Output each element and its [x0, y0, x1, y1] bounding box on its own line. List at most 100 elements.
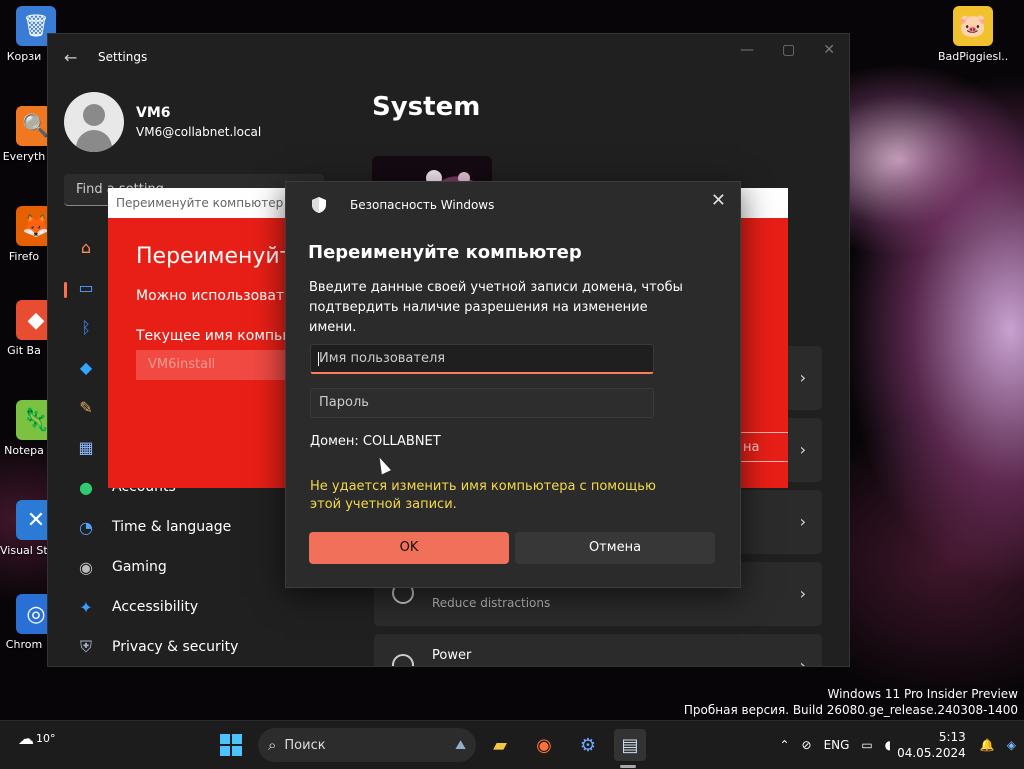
settings-titlebar: ← Settings	[48, 34, 849, 80]
personalization-icon: ✎	[79, 397, 93, 417]
network-icon: ◆	[79, 357, 93, 377]
dialog-description: Введите данные своей учетной записи доме…	[309, 280, 683, 335]
bluetooth-icon: ᛒ	[81, 317, 91, 337]
home-icon: ⌂	[80, 237, 92, 257]
language-indicator[interactable]: ENG	[824, 738, 850, 752]
ok-button[interactable]: OK	[309, 532, 509, 564]
search-icon: ⌕	[268, 736, 277, 754]
desktop-icon-badpiggies[interactable]: 🐷 BadPiggiesl...	[938, 6, 1008, 63]
sidebar-item-label: Privacy & security	[112, 639, 239, 655]
badpiggies-icon: 🐷	[953, 6, 993, 46]
weather-widget[interactable]: ☁ 10°	[18, 729, 56, 748]
desktop-icon[interactable]: 🦎 Notepa	[0, 400, 56, 457]
desktop-icon-label: Chrom	[5, 638, 43, 651]
apps-icon: ▦	[78, 437, 94, 457]
firefox-icon[interactable]: ◉	[528, 729, 560, 761]
desktop-icon[interactable]: ◎ Chrom	[0, 594, 56, 651]
chevron-right-icon: ›	[799, 440, 806, 459]
accounts-icon: ●	[79, 477, 93, 497]
desktop-icon[interactable]: ✕Visual St Cod	[0, 500, 56, 557]
desktop-icon-label: Visual St Cod	[0, 544, 48, 557]
back-arrow-icon[interactable]: ←	[64, 48, 84, 67]
chevron-right-icon: ›	[799, 584, 806, 603]
dialog-title: Безопасность Windows	[350, 198, 495, 212]
close-icon[interactable]: ✕	[711, 190, 726, 211]
desktop-icon[interactable]: ◆ Git Ba	[0, 300, 56, 357]
rename-window-title: Переименуйте компьютер	[116, 196, 284, 210]
rename-app-icon[interactable]: ▤	[614, 729, 646, 761]
sidebar-item-label: Time & language	[112, 519, 232, 535]
clock-time: 5:13	[938, 730, 966, 744]
desktop-icon[interactable]: 🦊 Firefo	[0, 206, 56, 263]
new-name-input[interactable]: VM6install	[136, 350, 296, 380]
shield-icon	[312, 197, 326, 213]
desktop-icon[interactable]: 🗑 Корзи	[0, 6, 56, 63]
sidebar-item[interactable]: ⛨ Privacy & security	[62, 629, 332, 665]
copilot-icon[interactable]: ◈	[1007, 738, 1016, 752]
window-title: Settings	[98, 50, 148, 64]
shield-icon: ⛨	[79, 637, 92, 656]
desktop-icon-label: Everyth	[2, 150, 46, 163]
weather-icon: ☁	[18, 729, 34, 748]
desktop-icon-label: Git Ba	[7, 344, 41, 357]
accessibility-icon: ✦	[79, 597, 93, 617]
settings-gear-icon[interactable]: ⚙	[572, 729, 604, 761]
windows-security-dialog: Безопасность Windows ✕ Переименуйте комп…	[285, 181, 741, 588]
desktop-icon-label: Notepa	[4, 444, 44, 457]
card-icon	[392, 654, 414, 666]
time-language-icon: ◔	[79, 517, 93, 537]
clock[interactable]: 5:13 04.05.2024	[897, 729, 966, 761]
user-name: VM6	[136, 105, 171, 121]
chevron-right-icon: ›	[799, 368, 806, 387]
card-title: Power	[432, 648, 472, 663]
close-icon[interactable]: ✕	[823, 42, 835, 58]
window-controls: — ▢ ✕	[740, 42, 835, 58]
system-icon: ▭	[78, 277, 94, 297]
network-off-icon[interactable]: ⊘	[802, 738, 812, 752]
rename-text: Можно использовать	[136, 288, 293, 304]
desktop-icon-label: Firefo	[8, 250, 40, 263]
windows-logo-icon	[220, 734, 242, 756]
file-explorer-icon[interactable]: ▰	[484, 729, 516, 761]
desktop-icon-label: Корзи	[6, 50, 42, 63]
desktop-icon[interactable]: 🔍 Everyth	[0, 106, 56, 163]
chevron-right-icon: ›	[799, 512, 806, 531]
taskbar: ☁ 10° ⌕ Поиск ⛰ ▰ ◉ ⚙ ▤ ⌃ ⊘ ENG ▭ ◖ 5:13…	[0, 720, 1024, 769]
user-email: VM6@collabnet.local	[136, 125, 262, 139]
taskbar-search[interactable]: ⌕ Поиск ⛰	[258, 728, 476, 762]
sidebar-item-label: Accessibility	[112, 599, 199, 615]
maximize-icon[interactable]: ▢	[782, 42, 795, 58]
search-placeholder: Поиск	[284, 737, 326, 753]
watermark-line1: Windows 11 Pro Insider Preview	[827, 687, 1018, 701]
sidebar-item[interactable]: ✦ Accessibility	[62, 589, 332, 625]
sidebar-item-label: Gaming	[112, 559, 167, 575]
chevron-right-icon: ›	[799, 656, 806, 667]
error-message: Не удается изменить имя компьютера с пом…	[310, 479, 656, 512]
watermark-line2: Пробная версия. Build 26080.ge_release.2…	[683, 703, 1018, 717]
clock-date: 04.05.2024	[897, 746, 966, 760]
minimize-icon[interactable]: —	[740, 42, 754, 58]
avatar	[64, 92, 124, 152]
cancel-button[interactable]: Отмена	[515, 532, 715, 564]
gaming-icon: ◉	[79, 557, 93, 577]
chevron-up-icon[interactable]: ⌃	[779, 738, 789, 752]
domain-label: Домен: COLLABNET	[310, 434, 441, 449]
rename-heading: Переименуйте	[136, 244, 307, 269]
notification-bell-icon[interactable]: 🔔	[980, 738, 995, 752]
volume-icon[interactable]: ◖	[885, 738, 891, 752]
start-button[interactable]	[215, 729, 247, 761]
password-input[interactable]: Пароль	[310, 388, 654, 418]
system-tray: ⌃ ⊘ ENG ▭ ◖ 5:13 04.05.2024 🔔 ◈	[773, 721, 1024, 769]
search-highlight-icon: ⛰	[455, 737, 466, 753]
page-title: System	[372, 92, 481, 122]
user-profile[interactable]: VM6 VM6@collabnet.local	[64, 92, 261, 152]
rename-next-button[interactable]: на	[738, 432, 788, 462]
dialog-heading: Переименуйте компьютер	[308, 242, 582, 263]
display-icon[interactable]: ▭	[861, 738, 872, 752]
settings-card[interactable]: Power ›	[374, 634, 822, 667]
current-name-label: Текущее имя компью	[136, 328, 295, 344]
username-input[interactable]: Имя пользователя	[310, 344, 654, 374]
insider-watermark: Windows 11 Pro Insider Preview Пробная в…	[684, 686, 1018, 718]
temperature: 10°	[36, 732, 56, 745]
card-subtitle: Reduce distractions	[432, 596, 551, 610]
